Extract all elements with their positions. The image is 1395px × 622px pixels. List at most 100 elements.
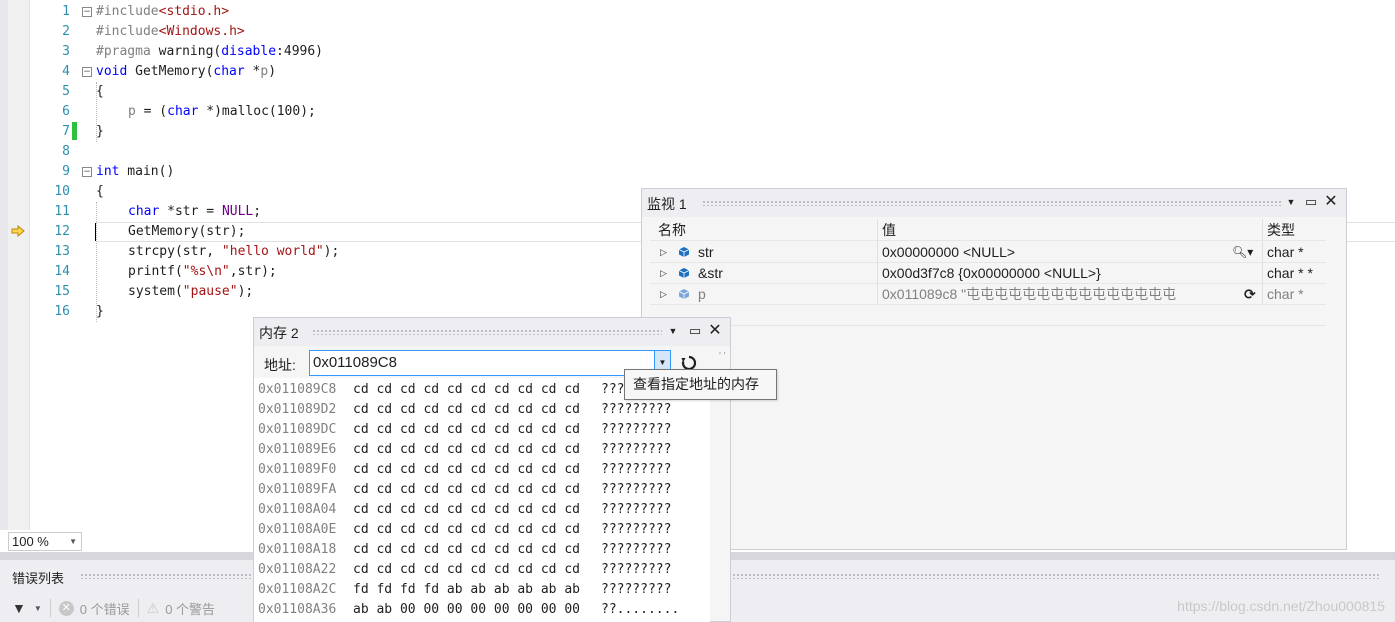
memory-address: 0x011089C8 [258, 382, 337, 397]
code-line[interactable]: 6 p = (char *)malloc(100); [30, 102, 1395, 122]
column-header-type[interactable]: 类型 [1267, 219, 1295, 241]
memory-bytes: cd cd cd cd cd cd cd cd cd cd [353, 562, 580, 577]
memory-row[interactable]: 0x011089DC cd cd cd cd cd cd cd cd cd cd?… [254, 420, 710, 440]
warning-filter-button[interactable]: ⚠ 0 个警告 [147, 599, 215, 618]
editor-gutter [0, 0, 30, 530]
expand-icon[interactable]: ▷ [660, 262, 667, 284]
collapse-icon[interactable]: − [82, 167, 92, 177]
close-icon[interactable]: ✕ [1324, 194, 1338, 210]
visualizer-search-icon[interactable]: 🔍︎▾ [1232, 241, 1253, 263]
chevron-down-icon[interactable]: ▼ [34, 604, 42, 613]
memory-dump[interactable]: 0x011089C8 cd cd cd cd cd cd cd cd cd cd?… [254, 378, 710, 622]
column-divider [1262, 262, 1263, 283]
memory-ascii: ????????? [601, 482, 672, 497]
code-line[interactable]: 3 #pragma warning(disable:4996) [30, 42, 1395, 62]
code-token: int [96, 164, 120, 179]
code-line[interactable]: 1 − #include<stdio.h> [30, 2, 1395, 22]
code-line[interactable]: 2 #include<Windows.h> [30, 22, 1395, 42]
code-token: ); [237, 284, 254, 299]
line-number: 4 [62, 64, 70, 79]
memory-bytes: fd fd fd fd ab ab ab ab ab ab [353, 582, 580, 597]
window-menu-icon[interactable]: ▼ [1284, 195, 1298, 209]
watch-type: char * [1267, 286, 1304, 302]
expand-icon[interactable]: ▷ [660, 283, 667, 305]
code-token: *)malloc(100); [198, 104, 316, 119]
code-text: #pragma warning(disable:4996) [96, 42, 323, 62]
collapse-icon[interactable]: − [82, 67, 92, 77]
code-token: void [96, 64, 128, 79]
watch-row[interactable]: ▷ p 0x011089c8 "屯屯屯屯屯屯屯屯屯屯屯屯屯屯屯 ⟳ char * [650, 283, 1326, 305]
watch-name: str [698, 244, 714, 260]
memory-bytes: cd cd cd cd cd cd cd cd cd cd [353, 402, 580, 417]
filter-icon[interactable]: ▼ [12, 600, 26, 616]
expand-icon[interactable]: ▷ [660, 241, 667, 263]
code-line[interactable]: 5{ [30, 82, 1395, 102]
maximize-icon[interactable]: ▭ [1304, 195, 1318, 209]
code-token: ; [253, 204, 262, 219]
code-line[interactable]: 4 − void GetMemory(char *p) [30, 62, 1395, 82]
watch-type: char * [1267, 244, 1304, 260]
column-header-name[interactable]: 名称 [658, 219, 686, 241]
toolbar-overflow-icon[interactable]: ' ' [719, 351, 726, 362]
memory-bytes: cd cd cd cd cd cd cd cd cd cd [353, 542, 580, 557]
code-token: = ( [135, 104, 168, 119]
memory-ascii: ????????? [601, 522, 672, 537]
watch-title-bar[interactable]: 监视 1 ▼ ▭ ✕ [642, 189, 1346, 217]
memory-row[interactable]: 0x011089E6 cd cd cd cd cd cd cd cd cd cd?… [254, 440, 710, 460]
column-divider[interactable] [877, 219, 878, 240]
indent-guide [96, 82, 97, 142]
window-menu-icon[interactable]: ▼ [666, 324, 680, 338]
error-filter-button[interactable]: ✕ 0 个错误 [58, 599, 130, 618]
memory-title-bar[interactable]: 内存 2 ▼ ▭ ✕ [254, 318, 730, 346]
code-text: system("pause"); [128, 282, 253, 302]
line-number: 1 [62, 4, 70, 19]
code-text: { [96, 82, 104, 102]
code-line[interactable]: 7} [30, 122, 1395, 142]
memory-address: 0x01108A36 [258, 602, 337, 617]
code-token: char [213, 64, 245, 79]
collapse-icon[interactable]: − [82, 7, 92, 17]
column-header-value[interactable]: 值 [882, 219, 896, 241]
memory-window[interactable]: 内存 2 ▼ ▭ ✕ 地址: 0x011089C8 ▼ ' ' 0x011089… [253, 317, 731, 622]
close-icon[interactable]: ✕ [708, 323, 722, 339]
memory-ascii: ??........ [601, 602, 680, 617]
zoom-dropdown[interactable]: 100 % ▼ [8, 532, 82, 551]
code-line[interactable]: 8 [30, 142, 1395, 162]
line-number: 11 [54, 204, 70, 219]
code-token: printf( [128, 264, 183, 279]
column-divider [1262, 241, 1263, 262]
memory-row[interactable]: 0x011089F0 cd cd cd cd cd cd cd cd cd cd?… [254, 460, 710, 480]
line-number: 10 [54, 184, 70, 199]
address-input[interactable]: 0x011089C8 [309, 350, 671, 376]
code-token: { [96, 84, 104, 99]
watch-row[interactable]: ▷ &str 0x00d3f7c8 {0x00000000 <NULL>} char … [650, 262, 1326, 284]
code-text: } [96, 302, 104, 322]
refresh-icon[interactable]: ⟳ [1244, 283, 1256, 305]
error-circle-icon: ✕ [58, 600, 74, 616]
line-number: 2 [62, 24, 70, 39]
panel-grip [702, 200, 1282, 206]
maximize-icon[interactable]: ▭ [688, 324, 702, 338]
code-text: char *str = NULL; [128, 202, 261, 222]
memory-bytes: cd cd cd cd cd cd cd cd cd cd [353, 482, 580, 497]
code-text: strcpy(str, "hello world"); [128, 242, 339, 262]
watch-row[interactable]: ▷ str 0x00000000 <NULL> 🔍︎▾ char * [650, 241, 1326, 263]
error-count: 0 个错误 [79, 601, 130, 617]
memory-row[interactable]: 0x01108A18 cd cd cd cd cd cd cd cd cd cd?… [254, 540, 710, 560]
memory-row[interactable]: 0x01108A04 cd cd cd cd cd cd cd cd cd cd?… [254, 500, 710, 520]
memory-bytes: cd cd cd cd cd cd cd cd cd cd [353, 382, 580, 397]
memory-row[interactable]: 0x01108A36 ab ab 00 00 00 00 00 00 00 00?… [254, 600, 710, 620]
column-divider [877, 241, 878, 262]
code-text: p = (char *)malloc(100); [128, 102, 316, 122]
watch-add-item-row[interactable] [650, 304, 1326, 326]
toolbar-separator [49, 599, 51, 617]
memory-row[interactable]: 0x01108A22 cd cd cd cd cd cd cd cd cd cd?… [254, 560, 710, 580]
memory-row[interactable]: 0x01108A2C fd fd fd fd ab ab ab ab ab ab?… [254, 580, 710, 600]
memory-row[interactable]: 0x01108A0E cd cd cd cd cd cd cd cd cd cd?… [254, 520, 710, 540]
memory-row[interactable]: 0x011089D2 cd cd cd cd cd cd cd cd cd cd?… [254, 400, 710, 420]
code-text: int main() [96, 162, 174, 182]
code-line[interactable]: 9 − int main() [30, 162, 1395, 182]
breakpoint-margin[interactable] [0, 0, 8, 530]
memory-row[interactable]: 0x011089FA cd cd cd cd cd cd cd cd cd cd?… [254, 480, 710, 500]
column-divider[interactable] [1262, 219, 1263, 240]
